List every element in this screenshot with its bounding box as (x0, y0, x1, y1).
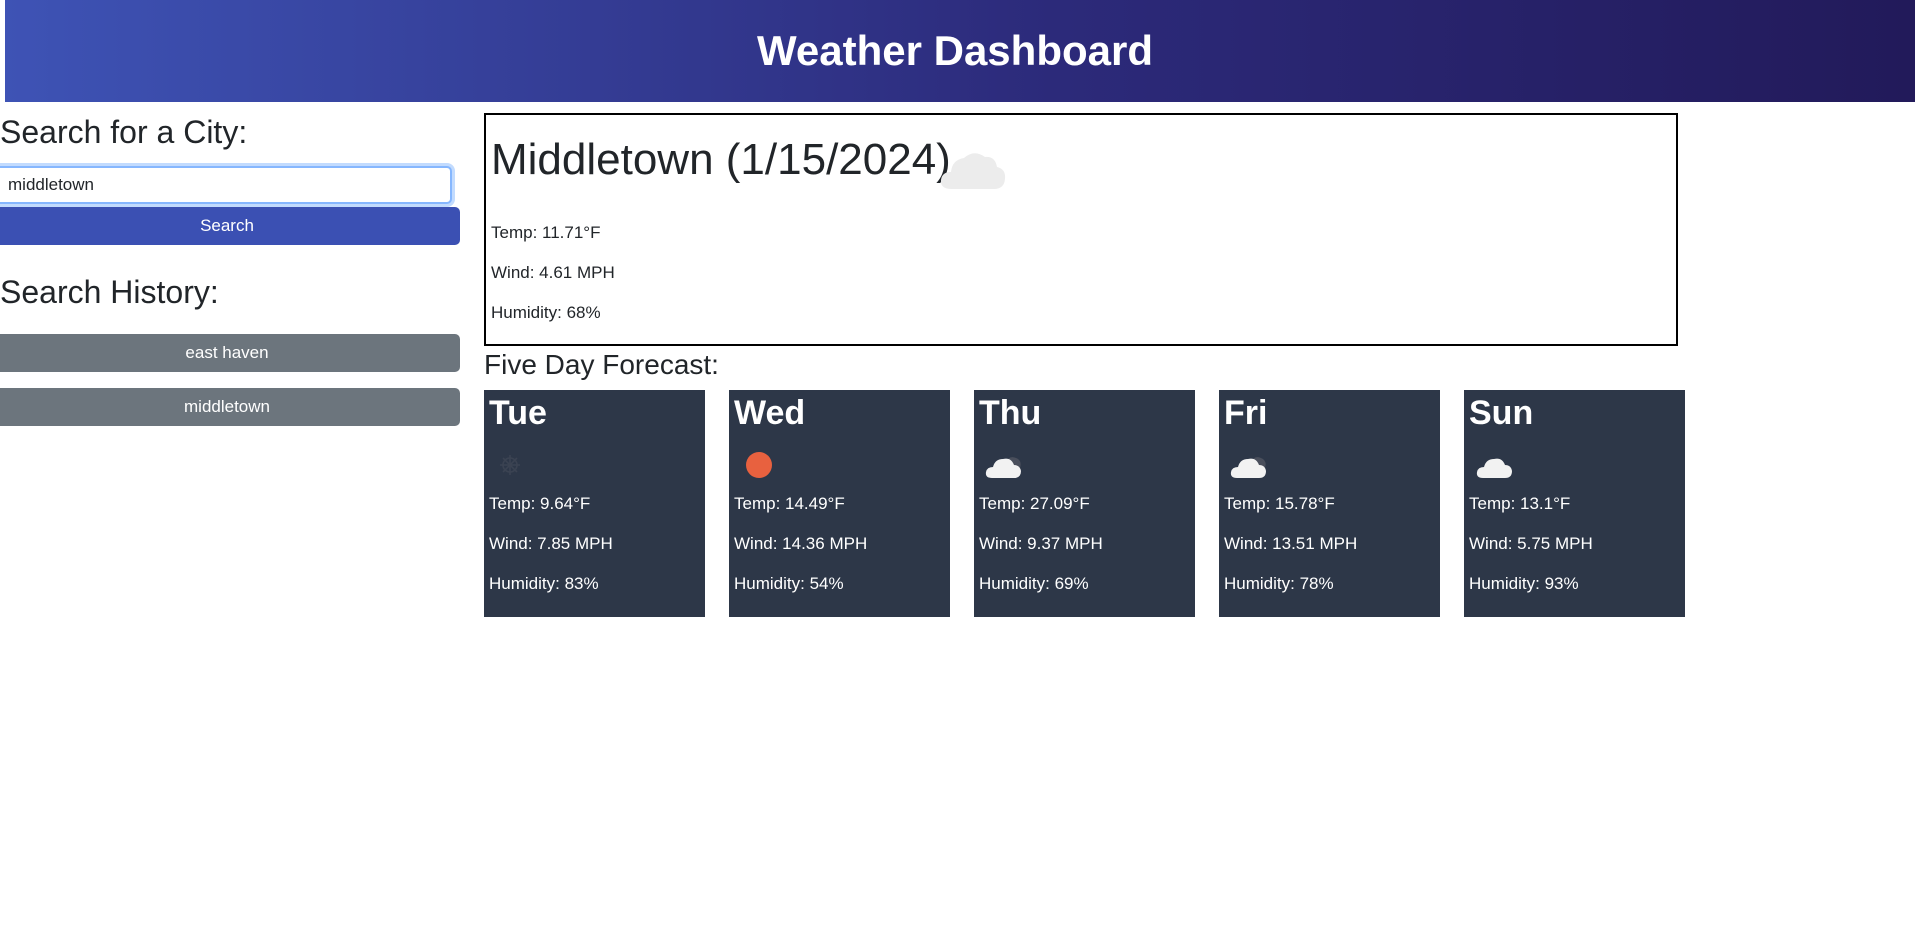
history-title: Search History: (0, 274, 219, 310)
forecast-wind: Wind: 5.75 MPH (1469, 534, 1593, 553)
current-wind: Wind: 4.61 MPH (491, 263, 615, 282)
cloud-icon (940, 153, 1006, 189)
search-history-list: east haven middletown (0, 334, 460, 442)
forecast-temp: Temp: 9.64°F (489, 494, 591, 513)
forecast-wind: Wind: 9.37 MPH (979, 534, 1103, 553)
header: Weather Dashboard (5, 0, 1915, 102)
sun-icon (746, 452, 772, 478)
forecast-humidity: Humidity: 54% (734, 574, 844, 593)
current-temp: Temp: 11.71°F (491, 223, 601, 242)
forecast-temp: Temp: 27.09°F (979, 494, 1090, 513)
forecast-wind: Wind: 13.51 MPH (1224, 534, 1358, 553)
forecast-wind: Wind: 14.36 MPH (734, 534, 868, 553)
current-weather-panel: Middletown (1/15/2024) Temp: 11.71°F Win… (484, 113, 1678, 346)
forecast-card: Sun Temp: 13.1°F Wind: 5.75 MPH Humidity… (1464, 390, 1685, 617)
forecast-humidity: Humidity: 83% (489, 574, 599, 593)
current-city-title: Middletown (1/15/2024) (491, 135, 951, 184)
forecast-humidity: Humidity: 78% (1224, 574, 1334, 593)
snow-icon (500, 455, 520, 475)
forecast-card: Wed Temp: 14.49°F Wind: 14.36 MPH Humidi… (729, 390, 950, 617)
forecast-day: Wed (734, 394, 806, 432)
forecast-day: Sun (1469, 394, 1534, 432)
current-humidity: Humidity: 68% (491, 303, 601, 322)
forecast-card: Fri Temp: 15.78°F Wind: 13.51 MPH Humidi… (1219, 390, 1440, 617)
forecast-humidity: Humidity: 93% (1469, 574, 1579, 593)
forecast-temp: Temp: 15.78°F (1224, 494, 1335, 513)
search-title: Search for a City: (0, 114, 248, 150)
forecast-day: Thu (979, 394, 1042, 432)
cloud-icon (1476, 458, 1512, 478)
forecast-wind: Wind: 7.85 MPH (489, 534, 613, 553)
forecast-card: Tue Temp: 9.64°F Wind: 7.85 MPH Humidity… (484, 390, 705, 617)
forecast-temp: Temp: 14.49°F (734, 494, 845, 513)
forecast-humidity: Humidity: 69% (979, 574, 1089, 593)
forecast-card: Thu Temp: 27.09°F Wind: 9.37 MPH Humidit… (974, 390, 1195, 617)
partly-cloudy-icon (985, 457, 1021, 478)
forecast-title: Five Day Forecast: (484, 349, 719, 380)
forecast-day: Fri (1224, 394, 1268, 432)
partly-cloudy-icon (1230, 457, 1266, 478)
history-button[interactable]: east haven (0, 334, 460, 372)
forecast-temp: Temp: 13.1°F (1469, 494, 1571, 513)
forecast-day: Tue (489, 394, 547, 432)
city-search-input[interactable] (0, 166, 452, 204)
history-button[interactable]: middletown (0, 388, 460, 426)
page-title: Weather Dashboard (757, 27, 1153, 74)
search-button[interactable]: Search (0, 207, 460, 245)
